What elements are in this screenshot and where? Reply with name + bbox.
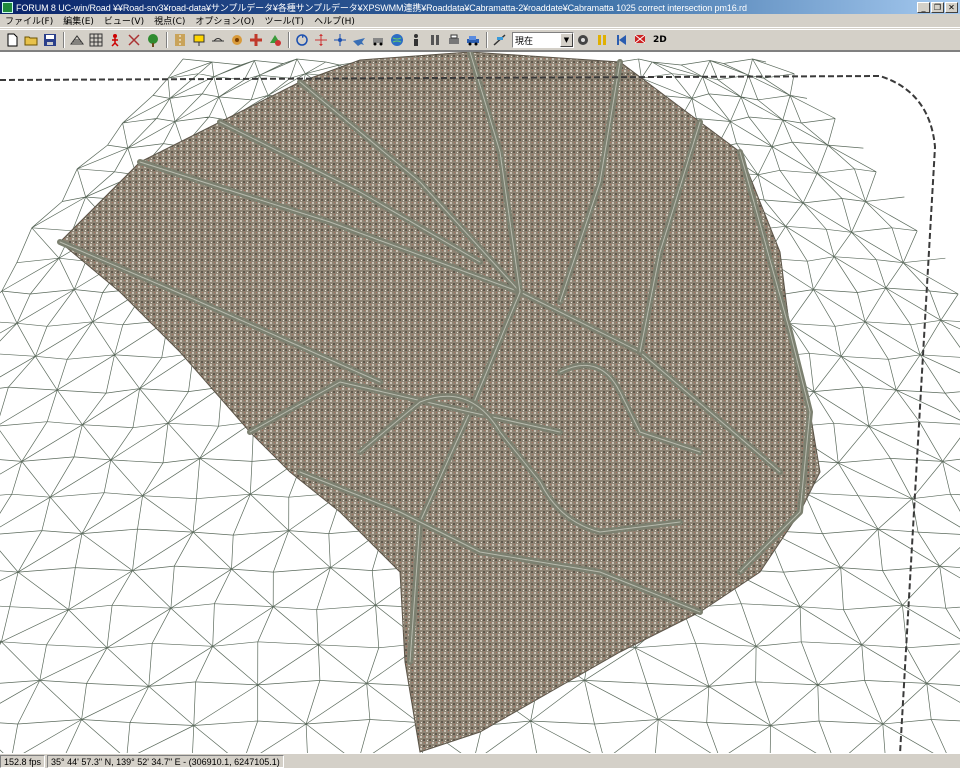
scenario-button[interactable]: [491, 31, 509, 49]
plane-icon: [353, 38, 365, 46]
pause-icon: [431, 35, 439, 45]
drive-icon: [373, 38, 383, 46]
folder-icon: [24, 36, 38, 46]
new-file-icon: [7, 33, 18, 47]
rotate-view-button[interactable]: [293, 31, 311, 49]
menu-view[interactable]: ビュー(V): [99, 14, 149, 27]
bridge-icon: [212, 38, 224, 42]
rotate-icon: [296, 34, 308, 46]
step-back-icon: [617, 35, 626, 45]
2d-mode-button[interactable]: 2D: [650, 31, 670, 49]
drive-button[interactable]: [369, 31, 387, 49]
menu-options[interactable]: オプション(O): [190, 14, 259, 27]
pan-button[interactable]: [331, 31, 349, 49]
print-button[interactable]: [445, 31, 463, 49]
bridge-button[interactable]: [209, 31, 227, 49]
globe-icon: [391, 34, 403, 46]
step-back-button[interactable]: [612, 31, 630, 49]
terrain-scene[interactable]: [0, 52, 960, 753]
status-bar: 152.8 fps 35° 44' 57.3" N, 139° 52' 34.7…: [0, 753, 960, 768]
weather-icon: [578, 35, 588, 45]
window-title: FORUM 8 UC-win/Road ¥¥Road-srv3¥road-dat…: [16, 2, 747, 13]
terrain-mesh-icon: [70, 35, 84, 45]
menu-help[interactable]: ヘルプ(H): [309, 14, 360, 27]
model-icon: [270, 35, 281, 46]
vehicle-button[interactable]: [464, 31, 482, 49]
pause-yellow-icon: [598, 35, 606, 45]
move-icon: [315, 34, 327, 46]
intersection-icon: [250, 34, 262, 46]
chevron-down-icon[interactable]: ▼: [560, 33, 573, 47]
object-button[interactable]: [228, 31, 246, 49]
toolbar: 現在 ▼ 2D: [0, 29, 960, 51]
tree-icon: [148, 34, 158, 47]
person-icon: [414, 34, 418, 46]
globe-button[interactable]: [388, 31, 406, 49]
printer-icon: [449, 34, 459, 44]
car-icon: [467, 36, 479, 46]
pedestrian-button[interactable]: [106, 31, 124, 49]
object-icon: [232, 35, 242, 45]
crossing-button[interactable]: [125, 31, 143, 49]
crossing-icon: [128, 34, 140, 46]
new-file-button[interactable]: [3, 31, 21, 49]
window-controls: _ ❐ ✕: [917, 1, 958, 13]
coordinate-readout: 35° 44' 57.3" N, 139° 52' 34.7" E - (306…: [47, 754, 284, 768]
sign-button[interactable]: [190, 31, 208, 49]
menu-bar: ファイル(F) 編集(E) ビュー(V) 視点(C) オプション(O) ツール(…: [0, 14, 960, 28]
sign-icon: [193, 34, 205, 46]
grid-icon: [89, 33, 103, 47]
minimize-button[interactable]: _: [917, 1, 930, 13]
time-select[interactable]: 現在 ▼: [512, 32, 574, 48]
road-icon: [175, 34, 185, 46]
toolbar-separator: [63, 32, 65, 48]
tree-button[interactable]: [144, 31, 162, 49]
toolbar-separator: [288, 32, 290, 48]
record-button[interactable]: [631, 31, 649, 49]
pause-button[interactable]: [426, 31, 444, 49]
person-view-button[interactable]: [407, 31, 425, 49]
fps-readout: 152.8 fps: [0, 754, 46, 768]
intersection-button[interactable]: [247, 31, 265, 49]
menu-tools[interactable]: ツール(T): [260, 14, 310, 27]
maximize-button[interactable]: ❐: [931, 1, 944, 13]
app-icon: [2, 1, 13, 13]
title-bar: FORUM 8 UC-win/Road ¥¥Road-srv3¥road-dat…: [0, 0, 960, 14]
menu-edit[interactable]: 編集(E): [58, 14, 99, 27]
menu-viewpoint[interactable]: 視点(C): [149, 14, 190, 27]
pedestrian-icon: [111, 34, 119, 47]
move-view-button[interactable]: [312, 31, 330, 49]
save-button[interactable]: [41, 31, 59, 49]
save-icon: [44, 34, 56, 46]
terrain-button[interactable]: [68, 31, 86, 49]
time-select-value: 現在: [515, 36, 534, 47]
scenario-icon: [493, 34, 506, 46]
weather-button[interactable]: [574, 31, 592, 49]
pan-icon: [334, 34, 346, 46]
3d-viewport[interactable]: [0, 51, 960, 753]
grid-button[interactable]: [87, 31, 105, 49]
open-file-button[interactable]: [22, 31, 40, 49]
toolbar-separator: [486, 32, 488, 48]
close-button[interactable]: ✕: [945, 1, 958, 13]
model-button[interactable]: [266, 31, 284, 49]
toolbar-separator: [166, 32, 168, 48]
menu-file[interactable]: ファイル(F): [0, 14, 58, 27]
play-pause-button[interactable]: [593, 31, 611, 49]
fly-button[interactable]: [350, 31, 368, 49]
road-button[interactable]: [171, 31, 189, 49]
flag-icon: [634, 34, 646, 44]
